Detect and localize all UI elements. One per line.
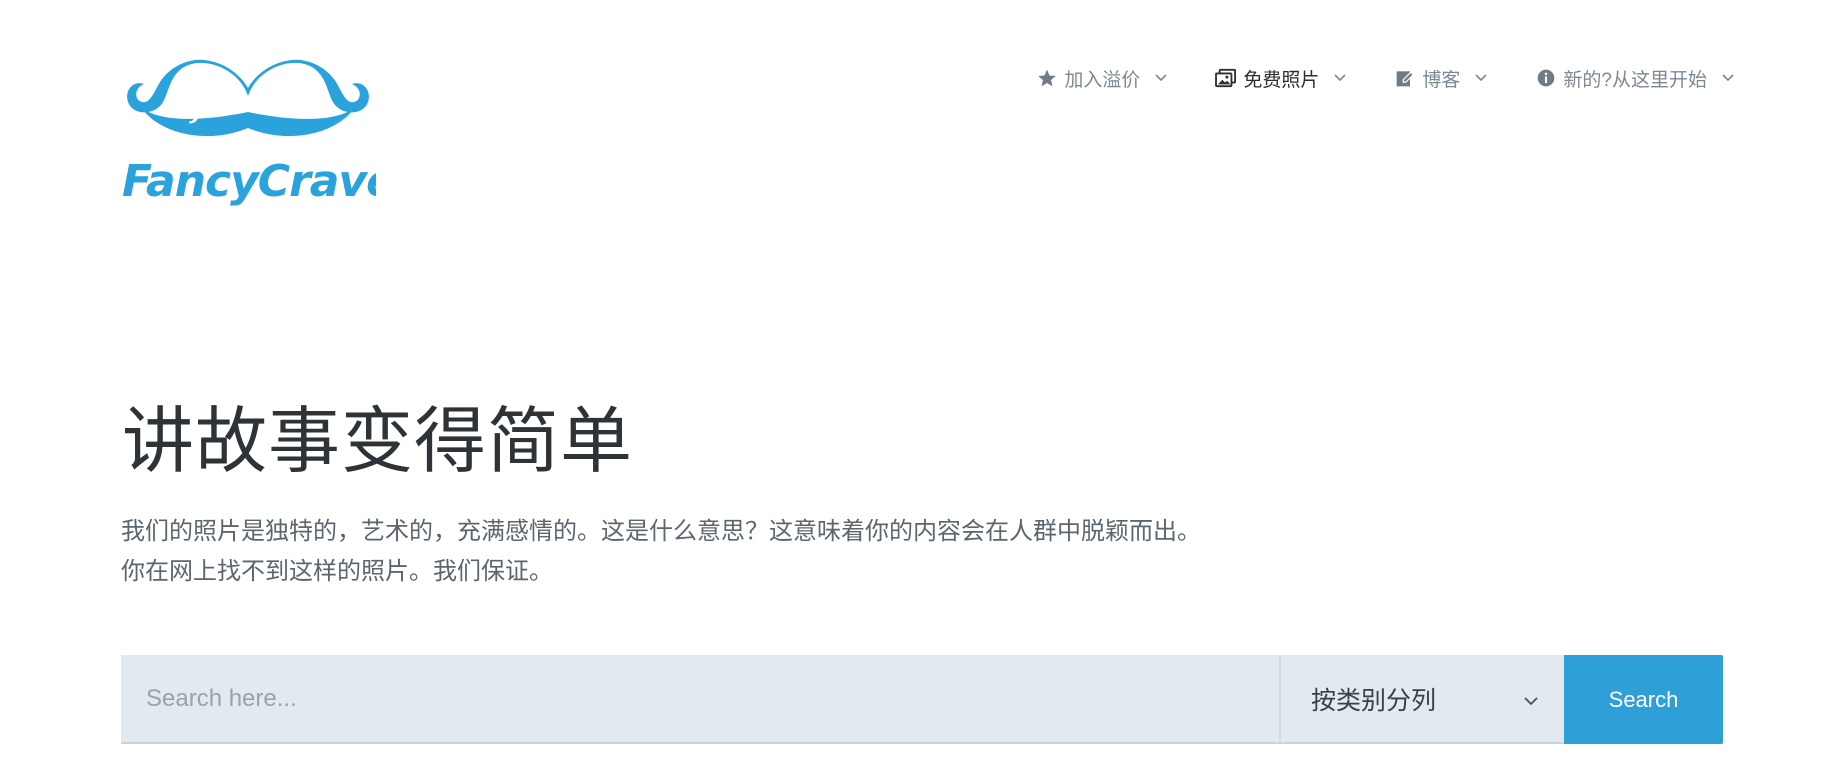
hero-description: 我们的照片是独特的，艺术的，充满感情的。这是什么意思？这意味着你的内容会在人群中… xyxy=(121,512,1421,592)
nav-item-label: 新的?从这里开始 xyxy=(1563,69,1707,91)
nav-item-blog[interactable]: 博客 xyxy=(1394,65,1488,92)
hero-title: 讲故事变得简单 xyxy=(122,399,634,483)
nav-item-label: 加入溢价 xyxy=(1064,69,1141,91)
svg-text:f: f xyxy=(189,71,216,125)
category-select-value: 按类别分列 xyxy=(1311,686,1437,715)
page: f C FancyCrave 加入溢价 免费照片 博客 新的?从这里开始 讲故事… xyxy=(0,0,1845,761)
mustache-logo-icon: f C FancyCrave xyxy=(122,59,376,207)
category-select[interactable]: 按类别分列 xyxy=(1279,655,1564,742)
chevron-down-icon xyxy=(1721,71,1735,85)
chevron-down-icon xyxy=(1333,71,1347,85)
svg-text:C: C xyxy=(268,70,305,126)
star-icon xyxy=(1036,67,1058,89)
hero-description-line: 你在网上找不到这样的照片。我们保证。 xyxy=(121,558,553,585)
search-form: 按类别分列 Search xyxy=(121,655,1723,744)
hero-description-line: 我们的照片是独特的，艺术的，充满感情的。这是什么意思？这意味着你的内容会在人群中… xyxy=(121,518,1201,545)
chevron-down-icon xyxy=(1474,71,1488,85)
info-icon xyxy=(1535,67,1557,89)
nav-item-start-here[interactable]: 新的?从这里开始 xyxy=(1535,65,1735,92)
chevron-down-icon xyxy=(1154,71,1168,85)
nav-item-label: 博客 xyxy=(1422,69,1461,91)
chevron-down-icon xyxy=(1523,694,1539,710)
edit-icon xyxy=(1394,67,1416,89)
photos-icon xyxy=(1215,67,1237,89)
nav-item-premium[interactable]: 加入溢价 xyxy=(1036,65,1168,92)
search-input[interactable] xyxy=(121,655,1279,742)
nav-item-label: 免费照片 xyxy=(1243,69,1320,91)
fancycrave-logo[interactable]: f C FancyCrave xyxy=(120,52,376,212)
svg-text:FancyCrave: FancyCrave xyxy=(122,156,376,207)
nav-item-free-photos[interactable]: 免费照片 xyxy=(1215,65,1347,92)
search-button[interactable]: Search xyxy=(1564,655,1723,744)
main-nav: 加入溢价 免费照片 博客 新的?从这里开始 xyxy=(1036,64,1735,92)
